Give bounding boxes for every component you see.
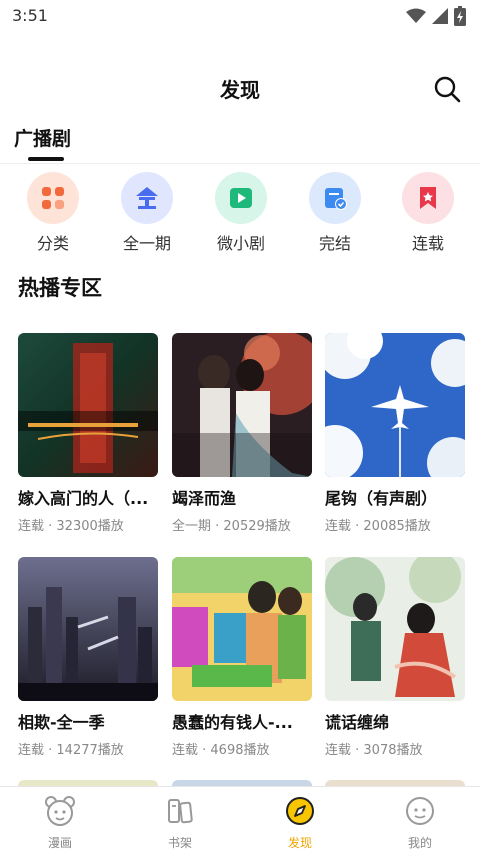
nav-label: 书架 bbox=[167, 836, 192, 850]
tab-radio-drama[interactable]: 广播剧 bbox=[14, 124, 71, 151]
section-title: 热播专区 bbox=[18, 276, 102, 300]
category-label: 全一期 bbox=[122, 234, 171, 253]
category-label: 连载 bbox=[411, 234, 444, 253]
category-micro-drama[interactable]: 微小剧 bbox=[201, 170, 281, 254]
category-finished[interactable]: 完结 bbox=[295, 170, 375, 254]
play-icon bbox=[215, 172, 267, 224]
wifi-icon bbox=[406, 8, 426, 23]
cover-image bbox=[325, 333, 465, 477]
nav-label: 漫画 bbox=[47, 836, 72, 850]
bookshelf-icon bbox=[168, 799, 193, 824]
category-icon bbox=[27, 172, 79, 224]
search-icon bbox=[434, 76, 461, 103]
card-meta: 连载 · 32300播放 bbox=[18, 519, 124, 534]
complete-one-icon bbox=[121, 172, 173, 224]
drama-card[interactable]: 嫁入高门的人（... 连载 · 32300播放 bbox=[18, 333, 158, 534]
compass-icon bbox=[286, 797, 314, 825]
card-title: 谎话缠绵 bbox=[325, 713, 390, 732]
status-icons bbox=[406, 6, 466, 26]
profile-face-icon bbox=[406, 797, 434, 825]
card-meta: 连载 · 3078播放 bbox=[325, 743, 423, 758]
card-title: 愚蠢的有钱人-... bbox=[172, 713, 293, 732]
bookmark-icon bbox=[402, 172, 454, 224]
card-title: 嫁入高门的人（... bbox=[18, 489, 149, 508]
category-label: 微小剧 bbox=[216, 234, 265, 253]
cover-image bbox=[172, 333, 312, 477]
drama-card[interactable]: 谎话缠绵 连载 · 3078播放 bbox=[325, 557, 465, 758]
cover-image bbox=[18, 333, 158, 477]
finished-icon bbox=[309, 172, 361, 224]
card-meta: 全一期 · 20529播放 bbox=[172, 519, 291, 534]
card-meta: 连载 · 20085播放 bbox=[325, 519, 431, 534]
category-serializing[interactable]: 连载 bbox=[388, 170, 468, 254]
nav-label: 我的 bbox=[407, 836, 432, 850]
nav-discover[interactable]: 发现 bbox=[260, 795, 340, 851]
category-label: 分类 bbox=[36, 234, 69, 253]
card-title: 尾钩（有声剧） bbox=[325, 489, 438, 508]
drama-card[interactable]: 相欺-全一季 连载 · 14277播放 bbox=[18, 557, 158, 758]
header: 发现 bbox=[0, 62, 480, 114]
category-classify[interactable]: 分类 bbox=[13, 170, 93, 254]
cover-image bbox=[325, 557, 465, 701]
bear-icon bbox=[45, 796, 75, 826]
search-button[interactable] bbox=[432, 74, 462, 104]
cover-image bbox=[18, 557, 158, 701]
nav-bookshelf[interactable]: 书架 bbox=[140, 795, 220, 851]
card-meta: 连载 · 14277播放 bbox=[18, 743, 124, 758]
battery-icon bbox=[454, 6, 466, 26]
nav-label: 发现 bbox=[287, 836, 312, 850]
card-meta: 连载 · 4698播放 bbox=[172, 743, 270, 758]
drama-card[interactable]: 竭泽而渔 全一期 · 20529播放 bbox=[172, 333, 312, 534]
cover-image bbox=[172, 557, 312, 701]
category-complete-one[interactable]: 全一期 bbox=[107, 170, 187, 254]
bottom-nav: 漫画 书架 发现 我的 bbox=[0, 786, 480, 854]
category-row: 分类 全一期 微小剧 完结 连载 bbox=[0, 170, 480, 254]
signal-icon bbox=[432, 8, 448, 24]
status-bar: 3:51 bbox=[0, 0, 480, 34]
category-label: 完结 bbox=[318, 234, 351, 253]
card-title: 竭泽而渔 bbox=[172, 489, 237, 508]
tab-bar: 广播剧 bbox=[0, 120, 480, 164]
status-time: 3:51 bbox=[12, 6, 48, 25]
nav-profile[interactable]: 我的 bbox=[380, 795, 460, 851]
nav-comics[interactable]: 漫画 bbox=[20, 795, 100, 851]
page-title: 发现 bbox=[220, 78, 260, 102]
drama-card[interactable]: 愚蠢的有钱人-... 连载 · 4698播放 bbox=[172, 557, 312, 758]
tab-underline bbox=[28, 157, 64, 161]
card-title: 相欺-全一季 bbox=[18, 713, 105, 732]
drama-card[interactable]: 尾钩（有声剧） 连载 · 20085播放 bbox=[325, 333, 465, 534]
